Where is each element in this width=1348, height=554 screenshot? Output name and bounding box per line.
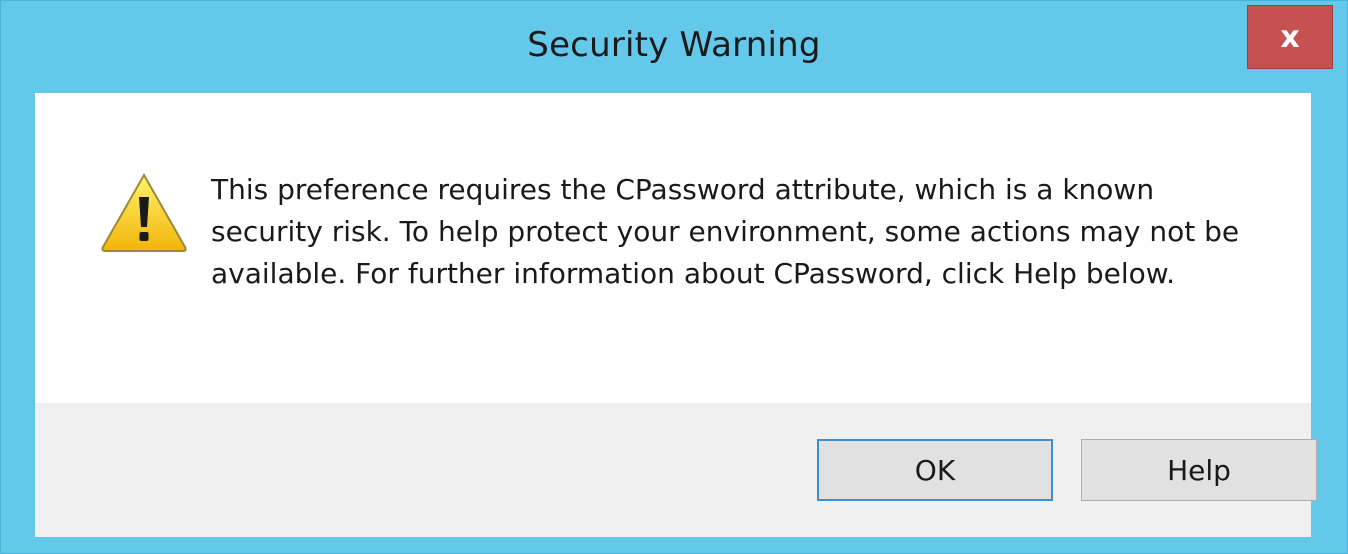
ok-button-label: OK bbox=[914, 453, 956, 487]
close-button[interactable]: x bbox=[1247, 5, 1333, 69]
title-bar[interactable]: Security Warning x bbox=[1, 1, 1347, 93]
ok-button[interactable]: OK bbox=[817, 439, 1053, 501]
help-button[interactable]: Help bbox=[1081, 439, 1317, 501]
message-area: This preference requires the CPassword a… bbox=[35, 93, 1311, 403]
warning-message: This preference requires the CPassword a… bbox=[211, 173, 1240, 290]
security-warning-dialog: Security Warning x This preference requi… bbox=[0, 0, 1348, 554]
button-bar: OK Help bbox=[35, 403, 1317, 537]
dialog-client-area: This preference requires the CPassword a… bbox=[35, 93, 1317, 537]
close-icon: x bbox=[1280, 19, 1300, 55]
warning-icon bbox=[101, 172, 187, 252]
help-button-label: Help bbox=[1167, 453, 1231, 487]
window-title: Security Warning bbox=[527, 25, 821, 65]
